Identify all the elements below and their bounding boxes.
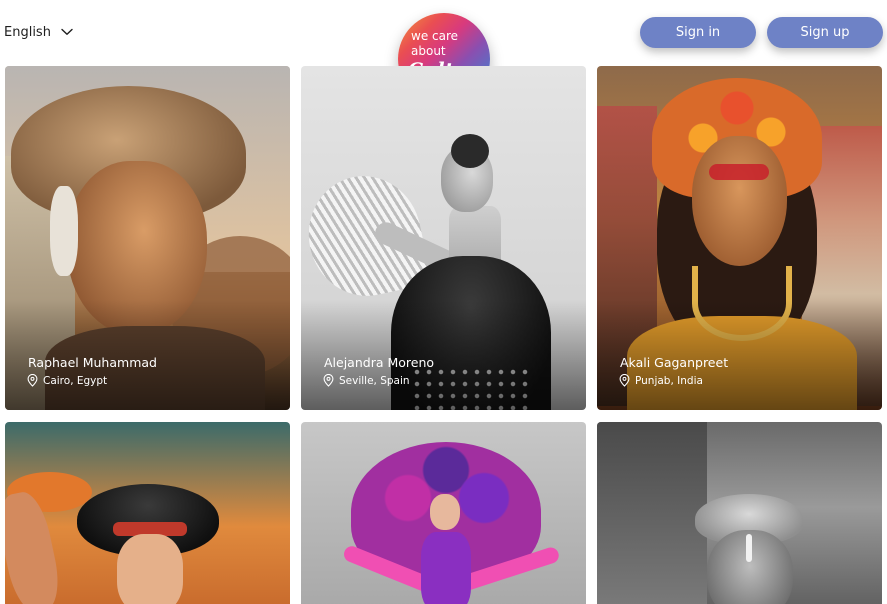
profile-photo [5, 422, 290, 604]
profile-photo [597, 422, 882, 604]
map-pin-icon [27, 374, 38, 387]
logo-text-line1: we care [411, 29, 459, 43]
profile-card[interactable]: Raphael Muhammad Cairo, Egypt [5, 66, 290, 410]
location-text: Cairo, Egypt [43, 374, 108, 387]
profile-card[interactable]: Alejandra Moreno Seville, Spain [301, 66, 586, 410]
location-text: Punjab, India [635, 374, 703, 387]
profile-card[interactable] [5, 422, 290, 604]
chevron-down-icon [61, 28, 73, 35]
logo-text-line2: about [411, 44, 446, 58]
profile-location: Cairo, Egypt [27, 374, 107, 387]
profile-name: Alejandra Moreno [324, 355, 435, 370]
profile-card[interactable]: Akali Gaganpreet Punjab, India [597, 66, 882, 410]
map-pin-icon [619, 374, 630, 387]
profile-location: Punjab, India [619, 374, 703, 387]
language-label: English [4, 24, 51, 40]
profile-name: Raphael Muhammad [28, 355, 157, 370]
gallery-page: English we care about Culture Sign in Si… [0, 0, 887, 604]
profile-location: Seville, Spain [323, 374, 410, 387]
map-pin-icon [323, 374, 334, 387]
sign-in-button[interactable]: Sign in [640, 17, 756, 48]
sign-up-button[interactable]: Sign up [767, 17, 883, 48]
profile-name: Akali Gaganpreet [620, 355, 729, 370]
language-selector[interactable]: English [4, 22, 73, 42]
location-text: Seville, Spain [339, 374, 410, 387]
profile-card[interactable] [597, 422, 882, 604]
profile-card[interactable] [301, 422, 586, 604]
profile-photo [301, 422, 586, 604]
